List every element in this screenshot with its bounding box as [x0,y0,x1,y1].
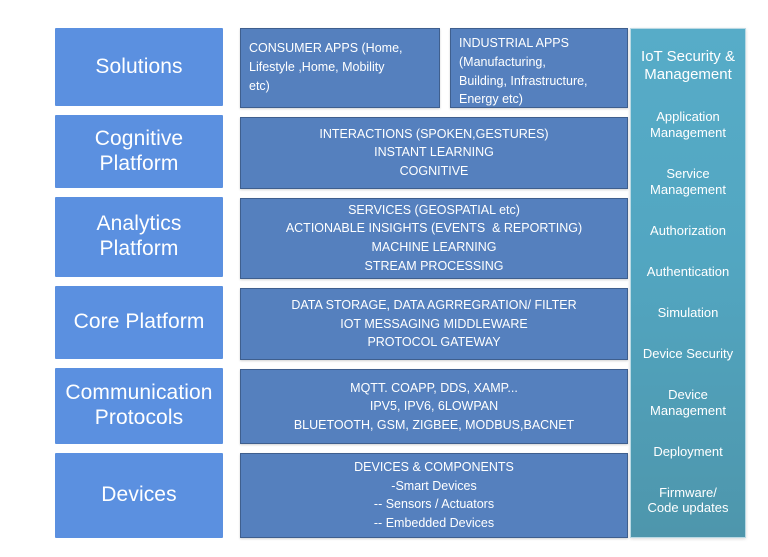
content-row-devices: DEVICES & COMPONENTS -Smart Devices -- S… [240,452,628,538]
core-line2: IOT MESSAGING MIDDLEWARE [340,316,528,331]
security-item-0-line1: Application [656,109,720,125]
iot-security-management-column[interactable]: IoT Security & Management Application Ma… [630,28,746,538]
layer-label-cognitive-line1: Cognitive [94,127,184,151]
security-item-3-line1: Authentication [646,263,730,279]
content-box-devices[interactable]: DEVICES & COMPONENTS -Smart Devices -- S… [240,452,628,538]
security-item-1-line2: Management [650,181,726,197]
cognitive-line2: INSTANT LEARNING [374,145,494,160]
security-item-5-line1: Device Security [642,345,734,361]
consumer-apps-line2: Lifestyle ,Home, Mobility [249,59,385,74]
security-item-firmware-code-updates[interactable]: Firmware/ Code updates [646,485,731,517]
layer-label-analytics-line1: Analytics [96,212,182,236]
security-item-device-management[interactable]: Device Management [648,387,728,419]
layer-label-cognitive-line2: Platform [99,151,179,175]
security-item-simulation[interactable]: Simulation [656,305,721,321]
content-box-cognitive-platform[interactable]: INTERACTIONS (SPOKEN,GESTURES) INSTANT L… [240,117,628,189]
industrial-apps-line3: Building, Infrastructure, [459,73,588,88]
content-column: CONSUMER APPS (Home, Lifestyle ,Home, Mo… [240,28,628,538]
comm-line3: BLUETOOTH, GSM, ZIGBEE, MODBUS,BACNET [293,418,575,433]
consumer-apps-line3: etc) [249,78,270,93]
security-item-0-line2: Management [650,125,726,141]
comm-line2: IPV5, IPV6, 6LOWPAN [369,399,499,414]
content-row-core-platform: DATA STORAGE, DATA AGRREGRATION/ FILTER … [240,287,628,361]
iot-architecture-diagram: Solutions Cognitive Platform Analytics P… [0,0,768,557]
cognitive-line3: COGNITIVE [399,164,469,179]
security-column-title: IoT Security & Management [639,48,737,85]
security-item-application-management[interactable]: Application Management [648,109,728,141]
security-item-6-line2: Management [650,402,726,418]
security-item-8-line2: Code updates [647,500,729,516]
security-item-4-line1: Simulation [657,304,719,320]
content-box-communication-protocols[interactable]: MQTT. COAPP, DDS, XAMP... IPV5, IPV6, 6L… [240,369,628,444]
layer-label-cognitive-platform[interactable]: Cognitive Platform [55,115,223,189]
analytics-line2: ACTIONABLE INSIGHTS (EVENTS & REPORTING) [285,221,583,236]
layer-label-communication-line2: Protocols [94,405,184,429]
security-item-device-security[interactable]: Device Security [641,346,735,362]
security-item-authorization[interactable]: Authorization [648,223,728,239]
core-line3: PROTOCOL GATEWAY [367,335,501,350]
layer-label-analytics-line2: Platform [99,236,179,260]
layer-label-communication-protocols[interactable]: Communication Protocols [55,368,223,444]
content-row-analytics-platform: SERVICES (GEOSPATIAL etc) ACTIONABLE INS… [240,197,628,279]
security-item-8-line1: Firmware/ [659,484,717,500]
layer-label-devices[interactable]: Devices [55,452,223,538]
security-item-6-line1: Device [668,386,708,402]
layer-label-analytics-platform[interactable]: Analytics Platform [55,197,223,277]
content-box-consumer-apps[interactable]: CONSUMER APPS (Home, Lifestyle ,Home, Mo… [240,28,440,108]
security-title-line1: IoT Security & [641,47,735,65]
content-row-solutions: CONSUMER APPS (Home, Lifestyle ,Home, Mo… [240,28,628,108]
layer-label-core-platform[interactable]: Core Platform [55,285,223,360]
industrial-apps-line2: (Manufacturing, [459,54,546,69]
devices-line4: -- Embedded Devices [373,516,495,531]
analytics-line3: MACHINE LEARNING [371,240,497,255]
layer-label-solutions-text: Solutions [95,54,183,78]
industrial-apps-line4: Energy etc) [459,92,523,107]
security-item-deployment[interactable]: Deployment [651,444,724,460]
devices-line2: -Smart Devices [391,478,477,493]
security-title-line2: Management [644,65,732,83]
core-line1: DATA STORAGE, DATA AGRREGRATION/ FILTER [291,297,577,312]
layer-label-communication-line1: Communication [65,381,213,405]
analytics-line1: SERVICES (GEOSPATIAL etc) [348,202,520,217]
devices-line3: -- Sensors / Actuators [373,497,495,512]
content-box-analytics-platform[interactable]: SERVICES (GEOSPATIAL etc) ACTIONABLE INS… [240,197,628,279]
content-row-communication-protocols: MQTT. COAPP, DDS, XAMP... IPV5, IPV6, 6L… [240,369,628,444]
content-box-industrial-apps[interactable]: INDUSTRIAL APPS (Manufacturing, Building… [450,28,628,108]
devices-line1: DEVICES & COMPONENTS [354,459,514,474]
content-row-cognitive-platform: INTERACTIONS (SPOKEN,GESTURES) INSTANT L… [240,117,628,189]
security-item-7-line1: Deployment [653,443,723,459]
security-item-1-line1: Service [666,166,710,182]
cognitive-line1: INTERACTIONS (SPOKEN,GESTURES) [319,126,549,141]
industrial-apps-line1: INDUSTRIAL APPS [459,36,569,50]
content-box-core-platform[interactable]: DATA STORAGE, DATA AGRREGRATION/ FILTER … [240,287,628,361]
layer-label-column: Solutions Cognitive Platform Analytics P… [55,28,223,538]
layer-label-core-text: Core Platform [73,309,205,333]
consumer-apps-line1: CONSUMER APPS (Home, [249,41,403,55]
comm-line1: MQTT. COAPP, DDS, XAMP... [350,380,518,395]
security-item-service-management[interactable]: Service Management [648,166,728,198]
analytics-line4: STREAM PROCESSING [364,258,504,273]
security-item-2-line1: Authorization [650,222,726,238]
layer-label-solutions[interactable]: Solutions [55,28,223,107]
security-item-authentication[interactable]: Authentication [645,264,731,280]
layer-label-devices-text: Devices [101,482,177,506]
